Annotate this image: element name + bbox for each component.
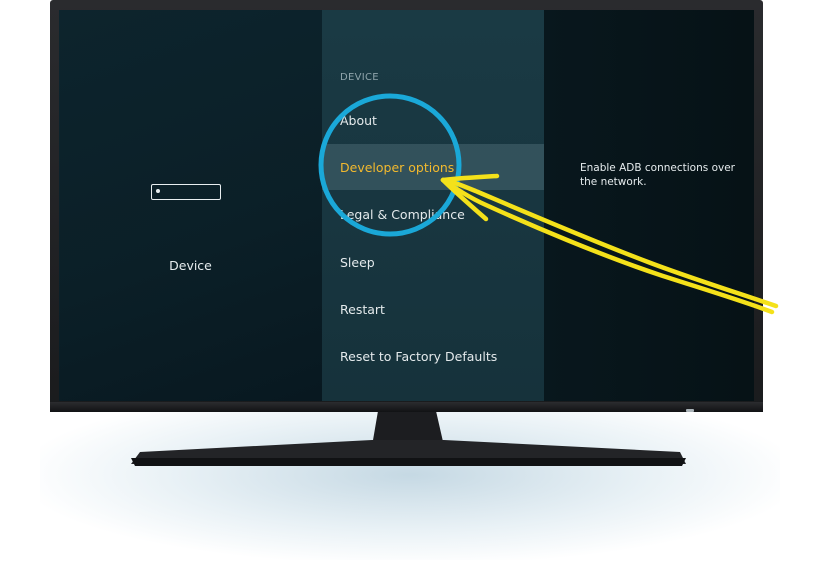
menu-item-label: Sleep bbox=[340, 254, 375, 270]
tv-bottom-edge bbox=[50, 402, 763, 412]
menu-item-legal-compliance[interactable]: Legal & Compliance bbox=[322, 191, 544, 237]
device-icon bbox=[151, 184, 221, 200]
menu-item-developer-options[interactable]: Developer options bbox=[322, 144, 544, 190]
menu-item-label: Reset to Factory Defaults bbox=[340, 348, 498, 364]
category-panel: Device bbox=[59, 10, 322, 401]
menu-item-restart[interactable]: Restart bbox=[322, 286, 544, 332]
menu-item-label: Developer options bbox=[340, 159, 455, 175]
tv-sensor-light bbox=[686, 409, 694, 412]
description-panel bbox=[544, 10, 754, 401]
tv-shadow-glow bbox=[40, 390, 780, 560]
option-description: Enable ADB connections over the network. bbox=[580, 162, 735, 188]
menu-item-about[interactable]: About bbox=[322, 97, 544, 143]
menu-item-sleep[interactable]: Sleep bbox=[322, 239, 544, 285]
menu-item-label: Legal & Compliance bbox=[340, 206, 465, 222]
category-label: Device bbox=[169, 258, 212, 273]
menu-section-title: DEVICE bbox=[340, 72, 379, 83]
menu-item-reset-factory-defaults[interactable]: Reset to Factory Defaults bbox=[322, 333, 544, 379]
menu-item-label: About bbox=[340, 112, 377, 128]
menu-item-label: Restart bbox=[340, 301, 385, 317]
